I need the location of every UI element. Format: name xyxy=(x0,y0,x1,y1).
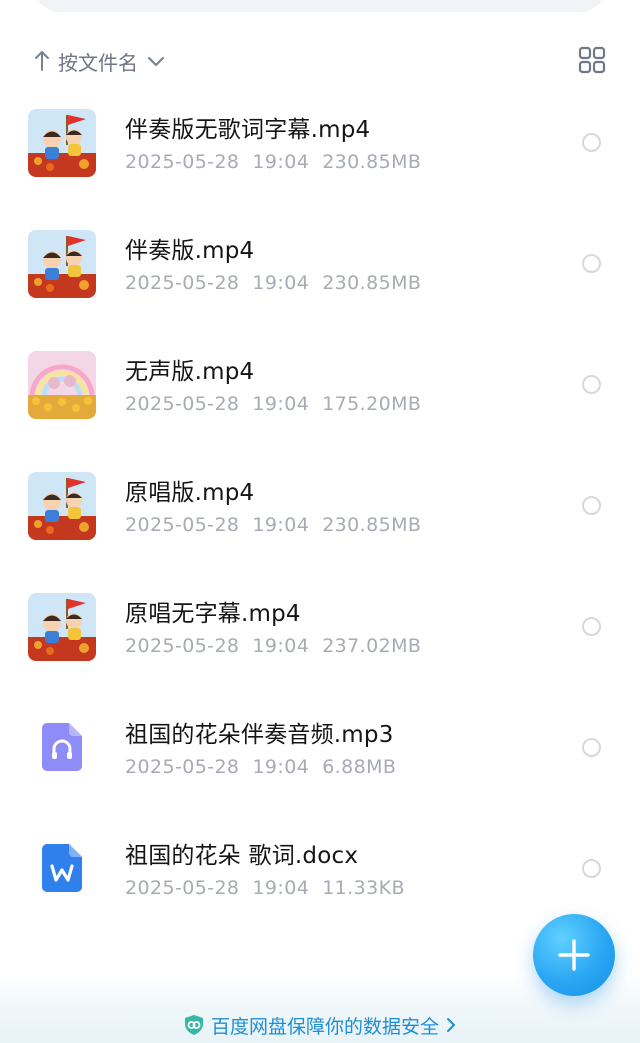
file-size: 237.02MB xyxy=(322,635,422,657)
sort-up-arrow-icon xyxy=(35,51,49,71)
file-date: 2025-05-28 xyxy=(125,635,240,657)
file-meta: 2025-05-28 19:04 175.20MB xyxy=(125,393,421,415)
file-meta: 2025-05-28 19:04 230.85MB xyxy=(125,151,421,173)
file-row[interactable]: 伴奏版无歌词字幕.mp4 2025-05-28 19:04 230.85MB xyxy=(0,82,640,203)
file-row[interactable]: 伴奏版.mp4 2025-05-28 19:04 230.85MB xyxy=(0,203,640,324)
select-radio[interactable] xyxy=(582,496,601,515)
add-button[interactable] xyxy=(533,914,615,996)
select-radio[interactable] xyxy=(582,254,601,273)
file-name: 无声版.mp4 xyxy=(125,359,255,385)
chevron-right-icon xyxy=(447,1018,455,1032)
file-size: 175.20MB xyxy=(322,393,422,415)
file-date: 2025-05-28 xyxy=(125,514,240,536)
select-radio[interactable] xyxy=(582,133,601,152)
file-name: 祖国的花朵伴奏音频.mp3 xyxy=(125,722,394,748)
shield-icon xyxy=(184,1015,203,1035)
file-size: 6.88MB xyxy=(322,756,397,778)
file-name: 伴奏版.mp4 xyxy=(125,238,255,264)
file-meta: 2025-05-28 19:04 230.85MB xyxy=(125,514,421,536)
file-size: 230.85MB xyxy=(322,514,422,536)
audio-file-icon xyxy=(42,723,82,771)
file-row[interactable]: 原唱无字幕.mp4 2025-05-28 19:04 237.02MB xyxy=(0,566,640,687)
video-thumbnail xyxy=(28,593,96,661)
select-radio[interactable] xyxy=(582,617,601,636)
file-date: 2025-05-28 xyxy=(125,272,240,294)
file-time: 19:04 xyxy=(252,635,310,657)
file-time: 19:04 xyxy=(252,151,310,173)
file-date: 2025-05-28 xyxy=(125,393,240,415)
file-time: 19:04 xyxy=(252,877,310,899)
file-time: 19:04 xyxy=(252,393,310,415)
file-row[interactable]: 原唱版.mp4 2025-05-28 19:04 230.85MB xyxy=(0,445,640,566)
file-meta: 2025-05-28 19:04 6.88MB xyxy=(125,756,396,778)
file-row[interactable]: 无声版.mp4 2025-05-28 19:04 175.20MB xyxy=(0,324,640,445)
plus-icon xyxy=(558,939,590,971)
file-meta: 2025-05-28 19:04 11.33KB xyxy=(125,877,405,899)
file-date: 2025-05-28 xyxy=(125,151,240,173)
file-time: 19:04 xyxy=(252,272,310,294)
file-name: 祖国的花朵 歌词.docx xyxy=(125,843,359,869)
video-thumbnail xyxy=(28,351,96,419)
file-meta: 2025-05-28 19:04 230.85MB xyxy=(125,272,421,294)
file-row[interactable]: 祖国的花朵伴奏音频.mp3 2025-05-28 19:04 6.88MB xyxy=(0,687,640,808)
file-size: 230.85MB xyxy=(322,151,422,173)
file-size: 11.33KB xyxy=(322,877,405,899)
data-security-link[interactable]: 百度网盘保障你的数据安全 xyxy=(0,1009,640,1041)
file-time: 19:04 xyxy=(252,514,310,536)
video-thumbnail xyxy=(28,109,96,177)
select-radio[interactable] xyxy=(582,738,601,757)
file-name: 伴奏版无歌词字幕.mp4 xyxy=(125,117,371,143)
file-date: 2025-05-28 xyxy=(125,756,240,778)
word-file-icon xyxy=(42,844,82,892)
video-thumbnail xyxy=(28,230,96,298)
chevron-down-icon xyxy=(147,56,165,67)
search-bar[interactable] xyxy=(34,0,606,12)
file-meta: 2025-05-28 19:04 237.02MB xyxy=(125,635,421,657)
sort-label: 按文件名 xyxy=(58,50,138,75)
file-date: 2025-05-28 xyxy=(125,877,240,899)
file-row[interactable]: 祖国的花朵 歌词.docx 2025-05-28 19:04 11.33KB xyxy=(0,808,640,929)
security-text: 百度网盘保障你的数据安全 xyxy=(210,1015,439,1038)
sort-control[interactable]: 按文件名 xyxy=(34,44,166,78)
select-radio[interactable] xyxy=(582,375,601,394)
file-list: 伴奏版无歌词字幕.mp4 2025-05-28 19:04 230.85MB 伴… xyxy=(0,82,640,929)
file-size: 230.85MB xyxy=(322,272,422,294)
file-name: 原唱无字幕.mp4 xyxy=(125,601,301,627)
grid-view-icon[interactable] xyxy=(578,46,606,74)
file-name: 原唱版.mp4 xyxy=(125,480,255,506)
select-radio[interactable] xyxy=(582,859,601,878)
file-time: 19:04 xyxy=(252,756,310,778)
video-thumbnail xyxy=(28,472,96,540)
